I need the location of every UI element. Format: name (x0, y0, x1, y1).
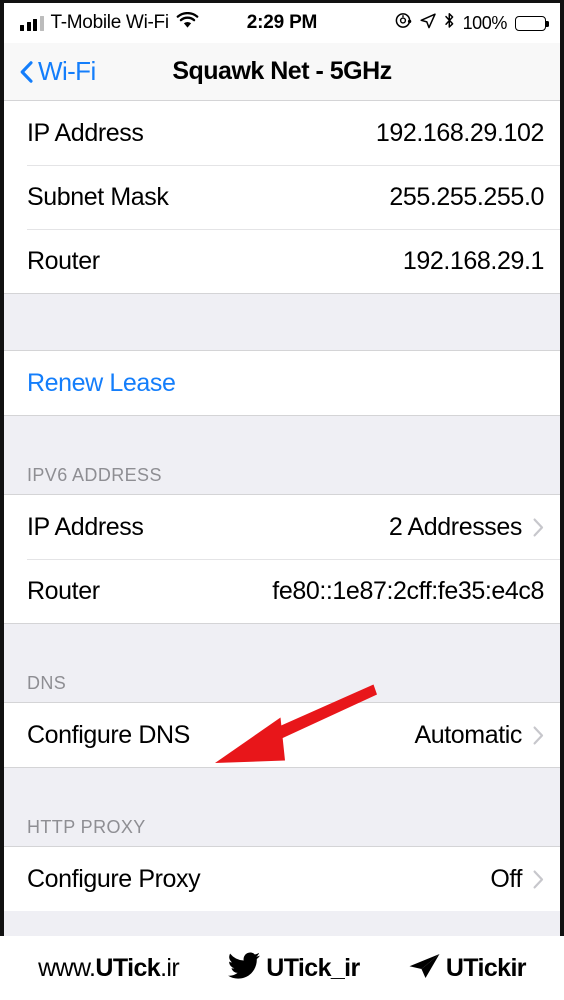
row-value: 255.255.255.0 (389, 182, 544, 211)
row-value: 192.168.29.1 (402, 246, 545, 275)
footer-telegram-handle: UTickir (445, 953, 527, 982)
row-router-v4[interactable]: Router 192.168.29.1 (4, 229, 560, 293)
row-renew-lease[interactable]: Renew Lease (4, 351, 560, 415)
row-configure-proxy[interactable]: Configure Proxy Off (4, 847, 560, 911)
twitter-bird-icon (227, 951, 261, 985)
section-http-proxy: Configure Proxy Off (4, 847, 560, 911)
section-header-label: IPV6 ADDRESS (27, 465, 162, 485)
back-button-wifi[interactable]: Wi-Fi (20, 56, 96, 87)
section-header-ipv6: IPV6 ADDRESS (4, 416, 560, 494)
section-dns: Configure DNS Automatic (4, 703, 560, 767)
section-header-label: DNS (27, 673, 67, 693)
renew-lease-label: Renew Lease (27, 368, 176, 397)
row-value: 192.168.29.102 (375, 118, 545, 147)
back-button-label: Wi-Fi (38, 56, 96, 86)
row-value: fe80::1e87:2cff:fe35:e4c8 (272, 576, 544, 605)
battery-percent-label: 100% (462, 12, 508, 33)
row-label: IP Address (27, 118, 144, 147)
chevron-right-icon (533, 726, 544, 745)
row-label: Router (27, 246, 100, 275)
navigation-bar: Wi-Fi Squawk Net - 5GHz (4, 43, 560, 101)
carrier-label: T-Mobile Wi-Fi (50, 12, 170, 33)
bluetooth-icon (444, 12, 455, 34)
section-ipv4: IP Address 192.168.29.102 Subnet Mask 25… (4, 101, 560, 293)
chevron-right-icon (533, 870, 544, 889)
row-label: Router (27, 576, 100, 605)
chevron-right-icon (533, 518, 544, 537)
row-label: Configure DNS (27, 720, 190, 749)
footer-twitter-handle: UTick_ir (266, 953, 360, 982)
status-bar-right: 100% (395, 12, 549, 34)
section-header-http-proxy: HTTP PROXY (4, 768, 560, 846)
row-ip-address-v6[interactable]: IP Address 2 Addresses (4, 495, 560, 559)
signal-bars-icon (20, 15, 44, 31)
location-arrow-icon (420, 12, 436, 34)
section-header-dns: DNS (4, 624, 560, 702)
footer-twitter: UTick_ir (227, 951, 360, 985)
row-label: Subnet Mask (27, 182, 169, 211)
telegram-plane-icon (408, 953, 441, 984)
chevron-left-icon (20, 60, 33, 83)
wifi-icon (176, 12, 199, 34)
row-label: IP Address (27, 512, 144, 541)
row-ip-address-v4[interactable]: IP Address 192.168.29.102 (4, 101, 560, 165)
battery-full-icon (515, 15, 549, 31)
phone-screenshot-frame: T-Mobile Wi-Fi 2:29 PM 100% Wi-Fi Squawk… (0, 0, 564, 936)
status-bar-left: T-Mobile Wi-Fi (20, 12, 199, 34)
alarm-icon (395, 12, 412, 34)
status-bar: T-Mobile Wi-Fi 2:29 PM 100% (4, 3, 560, 43)
row-value: Off (490, 864, 522, 893)
footer-telegram: UTickir (408, 953, 527, 984)
section-ipv6: IP Address 2 Addresses Router fe80::1e87… (4, 495, 560, 623)
watermark-footer: www.UTick.ir UTick_ir UTickir (0, 936, 564, 1000)
row-router-v6[interactable]: Router fe80::1e87:2cff:fe35:e4c8 (4, 559, 560, 623)
section-renew-lease: Renew Lease (4, 351, 560, 415)
footer-website: www.UTick.ir (38, 953, 180, 983)
settings-list: IP Address 192.168.29.102 Subnet Mask 25… (4, 101, 560, 911)
ios-settings-screen: T-Mobile Wi-Fi 2:29 PM 100% Wi-Fi Squawk… (4, 3, 560, 936)
section-gap (4, 294, 560, 350)
section-header-label: HTTP PROXY (27, 817, 146, 837)
row-value: Automatic (414, 720, 522, 749)
row-configure-dns[interactable]: Configure DNS Automatic (4, 703, 560, 767)
row-subnet-mask[interactable]: Subnet Mask 255.255.255.0 (4, 165, 560, 229)
footer-website-label: www.UTick.ir (38, 953, 180, 982)
row-label: Configure Proxy (27, 864, 201, 893)
row-value: 2 Addresses (388, 512, 523, 541)
